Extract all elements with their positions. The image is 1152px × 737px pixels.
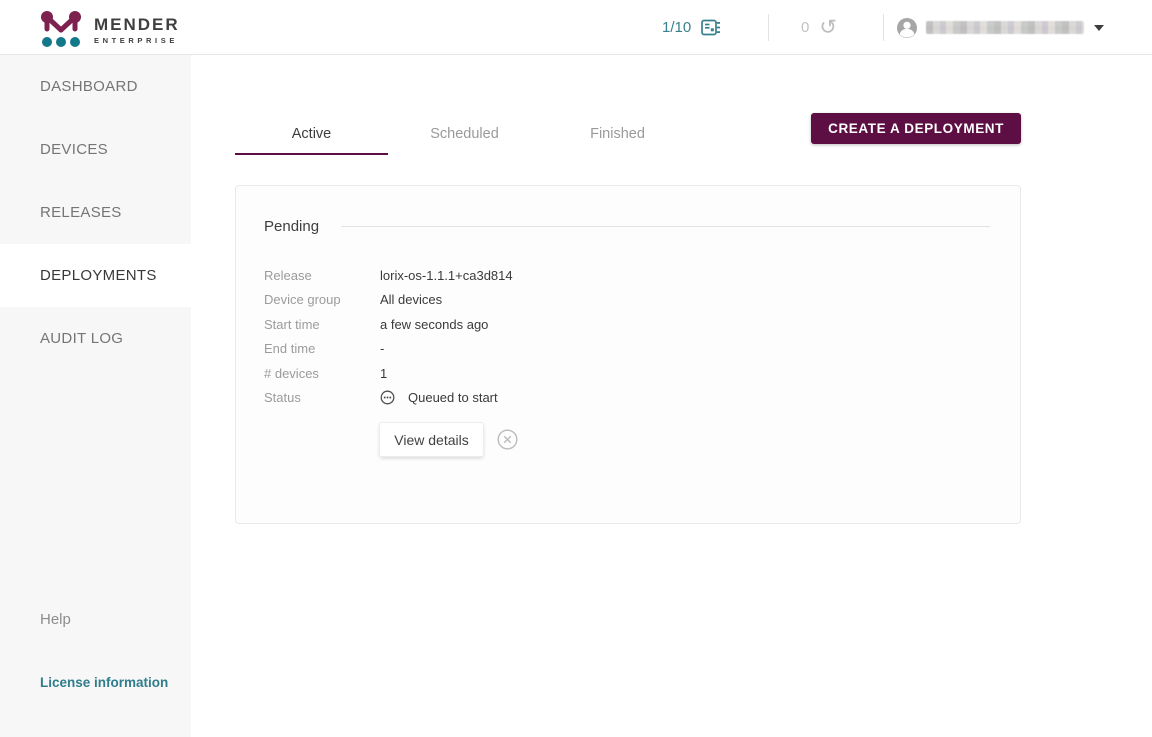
detail-row-device-group: Device group All devices: [264, 288, 990, 313]
device-chip-icon: [700, 17, 721, 38]
pending-status-icon: [380, 390, 395, 405]
sidebar-item-dashboard[interactable]: DASHBOARD: [0, 55, 191, 118]
detail-value: a few seconds ago: [380, 316, 489, 332]
deployments-history-indicator[interactable]: 0 ↺: [801, 0, 837, 55]
detail-value: lorix-os-1.1.1+ca3d814: [380, 267, 513, 283]
create-deployment-button[interactable]: CREATE A DEPLOYMENT: [811, 113, 1021, 144]
tab-finished[interactable]: Finished: [541, 113, 694, 155]
abort-deployment-icon[interactable]: [497, 429, 518, 450]
pending-deployments-card: Pending Release lorix-os-1.1.1+ca3d814 D…: [235, 185, 1021, 524]
history-count: 0: [801, 19, 810, 36]
header-divider: [883, 14, 884, 41]
device-limit-count: 1/10: [662, 19, 692, 36]
caret-down-icon: [1094, 24, 1104, 31]
status-text: Queued to start: [408, 390, 498, 406]
tab-active[interactable]: Active: [235, 113, 388, 155]
detail-row-release: Release lorix-os-1.1.1+ca3d814: [264, 263, 990, 288]
sidebar-item-deployments[interactable]: DEPLOYMENTS: [0, 244, 191, 307]
tab-scheduled[interactable]: Scheduled: [388, 113, 541, 155]
history-refresh-icon: ↺: [819, 16, 837, 39]
view-details-button[interactable]: View details: [380, 423, 483, 456]
card-title-rule: [341, 225, 990, 227]
detail-label: Status: [264, 390, 301, 406]
detail-label: End time: [264, 341, 316, 357]
deployments-tabs: Active Scheduled Finished: [235, 113, 694, 155]
sidebar-item-help[interactable]: Help: [40, 611, 71, 628]
detail-row-end-time: End time -: [264, 337, 990, 362]
deployment-details: Release lorix-os-1.1.1+ca3d814 Device gr…: [264, 263, 990, 410]
logo-title: MENDER: [94, 15, 180, 34]
detail-label: Device group: [264, 292, 341, 308]
device-limit-indicator[interactable]: 1/10: [662, 0, 721, 55]
sidebar-item-releases[interactable]: RELEASES: [0, 181, 191, 244]
deployments-page: Active Scheduled Finished CREATE A DEPLO…: [191, 55, 1152, 737]
account-menu[interactable]: [896, 0, 1104, 55]
detail-label: # devices: [264, 365, 319, 381]
detail-row-start-time: Start time a few seconds ago: [264, 312, 990, 337]
sidebar: DASHBOARD DEVICES RELEASES DEPLOYMENTS A…: [0, 55, 191, 737]
app-header: MENDER ENTERPRISE 1/10 0 ↺: [0, 0, 1152, 55]
mender-logo-icon: [40, 7, 82, 53]
sidebar-item-audit-log[interactable]: AUDIT LOG: [0, 307, 191, 370]
card-title-pending: Pending: [264, 217, 320, 235]
sidebar-item-devices[interactable]: DEVICES: [0, 118, 191, 181]
detail-value: All devices: [380, 292, 443, 308]
account-circle-icon: [896, 17, 918, 39]
detail-value: -: [380, 341, 385, 357]
mender-logo[interactable]: MENDER ENTERPRISE: [40, 7, 180, 53]
header-divider: [768, 14, 769, 41]
detail-row-device-count: # devices 1: [264, 361, 990, 386]
sidebar-item-license-information[interactable]: License information: [40, 675, 168, 690]
detail-value: 1: [380, 365, 388, 381]
detail-row-status: Status Queued to start: [264, 386, 990, 411]
user-email-redacted: [926, 21, 1084, 34]
logo-subtitle: ENTERPRISE: [94, 36, 178, 45]
detail-label: Release: [264, 267, 312, 283]
detail-label: Start time: [264, 316, 320, 332]
